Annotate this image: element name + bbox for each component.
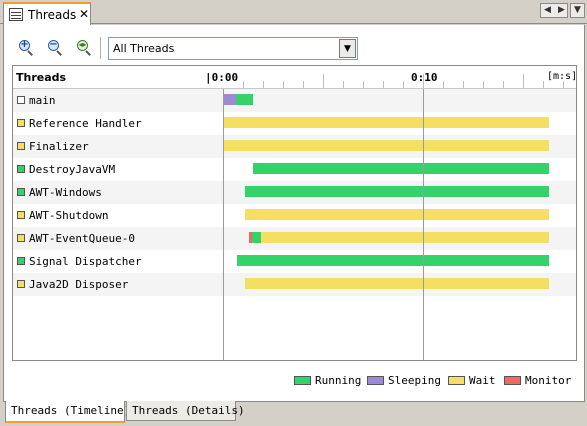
time-tick xyxy=(283,81,284,88)
thread-state-swatch xyxy=(17,165,25,173)
legend-running-label: Running xyxy=(315,374,362,387)
thread-running-bar xyxy=(236,94,253,105)
thread-state-swatch xyxy=(17,257,25,265)
thread-filter-value: All Threads xyxy=(113,42,175,55)
time-tick xyxy=(303,81,304,88)
time-tick xyxy=(523,74,524,88)
close-icon[interactable]: ✕ xyxy=(79,7,89,21)
thread-wait-bar xyxy=(261,232,549,243)
thread-row[interactable]: AWT-Shutdown xyxy=(13,204,576,227)
thread-wait-bar xyxy=(245,278,549,289)
legend-monitor-label: Monitor xyxy=(525,374,572,387)
time-ten-line xyxy=(423,89,424,360)
thread-wait-bar xyxy=(223,140,549,151)
fit-arrows: ◂▸ xyxy=(78,40,87,49)
thread-name: AWT-Windows xyxy=(29,186,102,199)
tab-threads-timeline[interactable]: Threads (Timeline) xyxy=(5,401,130,423)
legend-wait-swatch xyxy=(448,376,465,385)
thread-row[interactable]: Finalizer xyxy=(13,135,576,158)
thread-running-bar xyxy=(237,255,549,266)
tab-threads-label: Threads xyxy=(28,8,77,22)
thread-running-bar xyxy=(253,163,549,174)
thread-name: AWT-EventQueue-0 xyxy=(29,232,135,245)
editor-tab-bar: Threads ✕ ◀ ▶ ▼ xyxy=(0,0,587,25)
time-tick xyxy=(563,81,564,88)
thread-wait-bar xyxy=(223,117,549,128)
time-start-label: |0:00 xyxy=(205,71,239,84)
time-tick xyxy=(403,81,404,88)
thread-state-swatch xyxy=(17,280,25,288)
time-tick xyxy=(343,81,344,88)
threads-window-icon xyxy=(9,8,23,21)
thread-wait-bar xyxy=(245,209,549,220)
tab-list-dropdown-button[interactable]: ▼ xyxy=(570,3,585,18)
thread-row[interactable]: Reference Handler xyxy=(13,112,576,135)
zoom-out-sign: − xyxy=(49,39,58,50)
thread-name: main xyxy=(29,94,56,107)
legend-wait-label: Wait xyxy=(469,374,496,387)
time-tick xyxy=(543,81,544,88)
thread-name: Signal Dispatcher xyxy=(29,255,142,268)
chevron-down-icon[interactable]: ▼ xyxy=(339,39,356,58)
legend-sleeping-label: Sleeping xyxy=(388,374,441,387)
thread-row[interactable]: Java2D Disposer xyxy=(13,273,576,296)
legend-sleeping-swatch xyxy=(367,376,384,385)
thread-state-swatch xyxy=(17,234,25,242)
time-tick xyxy=(503,81,504,88)
timeline-header: Threads |0:00 0:10 [m:s] xyxy=(13,66,577,89)
legend-running-swatch xyxy=(294,376,311,385)
thread-row[interactable]: AWT-Windows xyxy=(13,181,576,204)
thread-row[interactable]: AWT-EventQueue-0 xyxy=(13,227,576,250)
thread-name: DestroyJavaVM xyxy=(29,163,116,176)
magnifier-handle xyxy=(27,50,33,56)
magnifier-handle xyxy=(85,50,91,56)
time-zero-line xyxy=(223,89,224,360)
time-tick xyxy=(483,81,484,88)
thread-running-bar xyxy=(245,186,549,197)
tab-threads-details[interactable]: Threads (Details) xyxy=(126,401,245,421)
chevron-left-icon[interactable]: ◀ xyxy=(541,4,554,17)
threads-column-title: Threads xyxy=(16,71,67,84)
tab-threads-details-label: Threads (Details) xyxy=(132,404,245,417)
threads-panel: + − ◂▸ All Threads ▼ Threads |0:00 0:10 … xyxy=(3,25,585,401)
zoom-in-sign: + xyxy=(20,39,29,50)
tab-threads[interactable]: Threads ✕ xyxy=(3,2,91,25)
thread-row[interactable]: DestroyJavaVM xyxy=(13,158,576,181)
time-tick xyxy=(443,81,444,88)
threads-timeline: Threads |0:00 0:10 [m:s] main Reference H… xyxy=(12,65,577,361)
magnifier-handle xyxy=(56,50,62,56)
time-tick xyxy=(423,74,424,88)
view-tab-bar: Threads (Timeline) Threads (Details) xyxy=(0,401,587,426)
time-tick xyxy=(463,81,464,88)
time-tick xyxy=(323,74,324,88)
thread-row[interactable]: Signal Dispatcher xyxy=(13,250,576,273)
thread-name: Reference Handler xyxy=(29,117,142,130)
zoom-out-button[interactable]: − xyxy=(46,39,64,57)
time-tick xyxy=(363,81,364,88)
time-mid-label: 0:10 xyxy=(411,71,438,84)
legend-monitor-swatch xyxy=(504,376,521,385)
tab-threads-timeline-label: Threads (Timeline) xyxy=(11,404,131,417)
scale-to-fit-button[interactable]: ◂▸ xyxy=(75,39,93,57)
time-tick xyxy=(383,81,384,88)
toolbar-separator xyxy=(100,37,101,59)
thread-row[interactable]: main xyxy=(13,89,576,112)
thread-state-swatch xyxy=(17,188,25,196)
thread-name: AWT-Shutdown xyxy=(29,209,109,222)
thread-state-swatch xyxy=(17,96,25,104)
thread-state-swatch xyxy=(17,142,25,150)
thread-name: Java2D Disposer xyxy=(29,278,129,291)
thread-filter-select[interactable]: All Threads ▼ xyxy=(108,37,358,60)
thread-state-swatch xyxy=(17,211,25,219)
chevron-right-icon[interactable]: ▶ xyxy=(555,4,568,17)
tab-navigation: ◀ ▶ xyxy=(540,3,568,18)
thread-sleeping-bar xyxy=(223,94,236,105)
time-tick xyxy=(263,81,264,88)
thread-running-bar xyxy=(252,232,261,243)
time-tick xyxy=(243,81,244,88)
thread-state-swatch xyxy=(17,119,25,127)
zoom-in-button[interactable]: + xyxy=(17,39,35,57)
thread-name: Finalizer xyxy=(29,140,89,153)
